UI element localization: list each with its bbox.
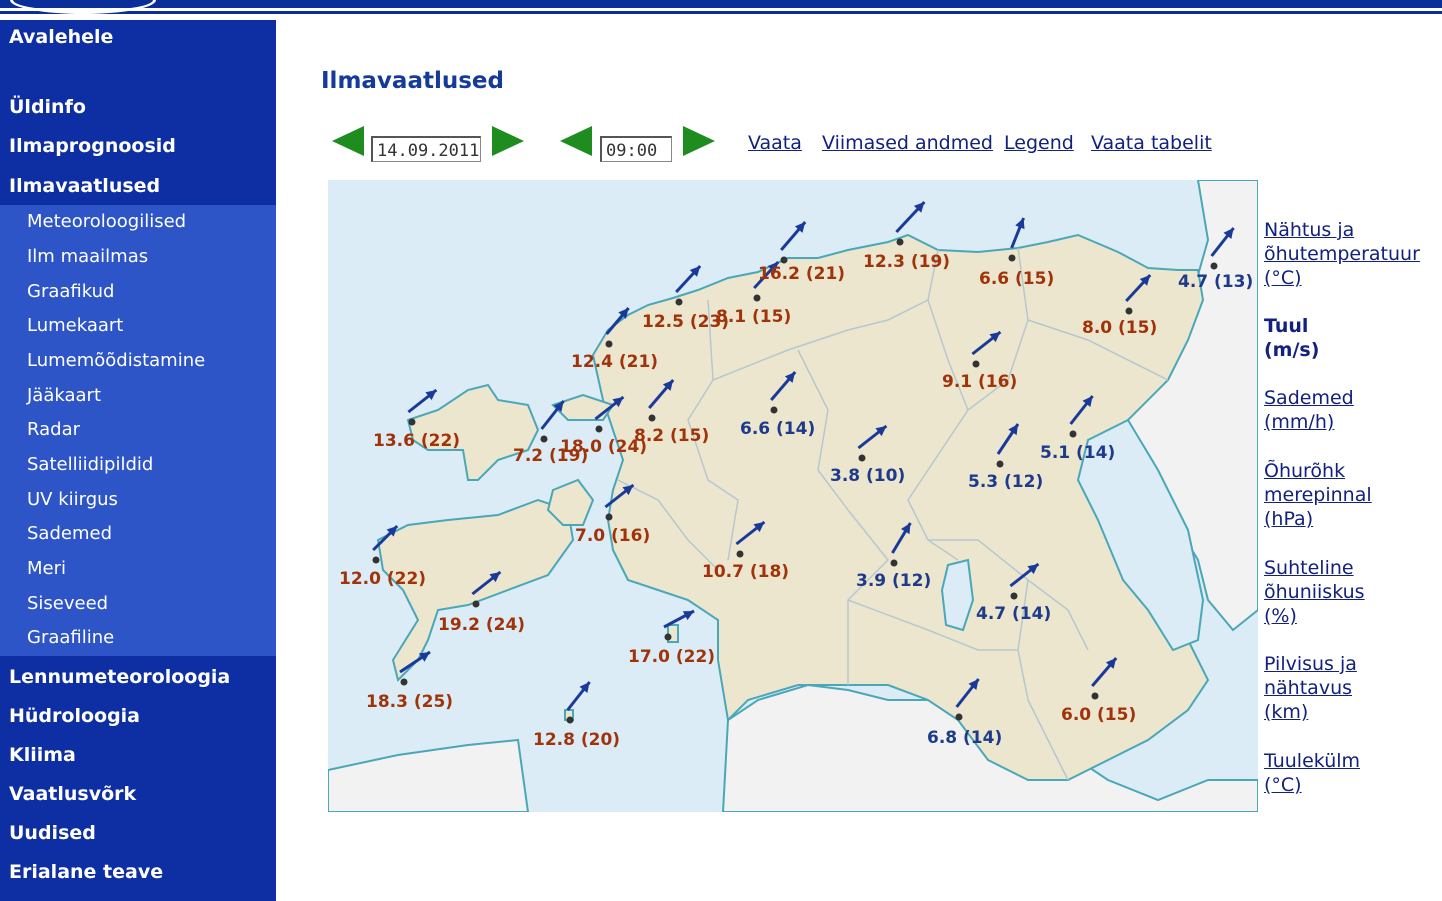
nav-hudroloogia[interactable]: Hüdroloogia [0,705,140,727]
station-dot[interactable] [780,256,788,264]
sub-jaakaart[interactable]: Jääkaart [27,385,101,406]
station-dot[interactable] [753,294,761,302]
sub-graafiline[interactable]: Graafiline [27,627,114,648]
nav-uudised[interactable]: Uudised [0,822,96,844]
station-dot[interactable] [1010,592,1018,600]
next-date-arrow-icon[interactable] [492,126,524,156]
link-viimased-andmed[interactable]: Viimased andmed [822,132,993,154]
observation-label[interactable]: 16.2 (21) [758,264,845,284]
sub-graafikud[interactable]: Graafikud [27,281,114,302]
submenu-ilmavaatlused: Meteoroloogilised Ilm maailmas Graafikud… [0,205,276,656]
nav-erialane-teave[interactable]: Erialane teave [0,861,163,883]
nav-ilmavaatlused[interactable]: Ilmavaatlused [0,175,160,197]
station-dot[interactable] [664,633,672,641]
observation-label[interactable]: 3.9 (12) [856,571,931,591]
station-dot[interactable] [605,340,613,348]
station-dot[interactable] [400,678,408,686]
prev-date-arrow-icon[interactable] [332,126,364,156]
observation-label[interactable]: 6.6 (14) [740,419,815,439]
prev-time-arrow-icon[interactable] [560,126,592,156]
nav-ilmaprognoosid[interactable]: Ilmaprognoosid [0,135,176,157]
nav-lennumeteoroloogia[interactable]: Lennumeteoroloogia [0,666,230,688]
station-dot[interactable] [996,460,1004,468]
sub-meteoroloogilised[interactable]: Meteoroloogilised [27,211,186,232]
nav-kliima[interactable]: Kliima [0,744,76,766]
time-input[interactable]: 09:00 [600,136,672,162]
observation-label[interactable]: 10.7 (18) [702,562,789,582]
observation-label[interactable]: 6.0 (15) [1061,705,1136,725]
station-dot[interactable] [1125,307,1133,315]
station-dot[interactable] [770,406,778,414]
legend-precip-link[interactable]: Sademed (mm/h) [1264,386,1354,434]
station-dot[interactable] [372,556,380,564]
station-dot[interactable] [540,435,548,443]
sub-lumekaart[interactable]: Lumekaart [27,315,123,336]
observation-label[interactable]: 3.8 (10) [830,466,905,486]
observation-label[interactable]: 9.1 (16) [942,372,1017,392]
station-dot[interactable] [595,425,603,433]
observation-label[interactable]: 12.4 (21) [571,352,658,372]
sub-ilm-maailmas[interactable]: Ilm maailmas [27,246,148,267]
observation-label[interactable]: 7.2 (19) [513,446,588,466]
station-dot[interactable] [408,418,416,426]
legend-humidity-link[interactable]: Suhteline õhuniiskus (%) [1264,556,1365,628]
observation-label[interactable]: 4.7 (13) [1178,272,1253,292]
station-dot[interactable] [472,600,480,608]
station-dot[interactable] [890,559,898,567]
station-dot[interactable] [675,298,683,306]
station-dot[interactable] [972,360,980,368]
nav-uldinfo[interactable]: Üldinfo [0,96,86,118]
station-dot[interactable] [1091,692,1099,700]
sub-siseveed[interactable]: Siseveed [27,593,108,614]
sub-radar[interactable]: Radar [27,419,80,440]
main-content: Ilmavaatlused 14.09.2011 09:00 Vaata Vii… [276,20,1442,901]
observation-label[interactable]: 12.8 (20) [533,730,620,750]
nav-home[interactable]: Avalehele [0,26,113,48]
nav-vaatlusvork[interactable]: Vaatlusvõrk [0,783,136,805]
link-vaata[interactable]: Vaata [748,132,802,154]
legend-wind-label: Tuul (m/s) [1264,315,1320,361]
station-dot[interactable] [566,716,574,724]
observation-label[interactable]: 13.6 (22) [373,431,460,451]
page-title: Ilmavaatlused [321,68,504,94]
weather-map[interactable]: 12.3 (19) 16.2 (21) 6.6 (15) 4.7 (13) 12.5 (… [328,180,1258,812]
legend-pressure-link[interactable]: Õhurõhk merepinnal (hPa) [1264,459,1372,531]
date-input[interactable]: 14.09.2011 [371,136,481,162]
station-dot[interactable] [858,454,866,462]
observation-label[interactable]: 12.3 (19) [863,252,950,272]
link-vaata-tabelit[interactable]: Vaata tabelit [1091,132,1212,154]
legend-temp-link[interactable]: Nähtus ja õhutemperatuur (°C) [1264,218,1420,290]
legend-windchill-link[interactable]: Tuulekülm (°C) [1264,749,1360,797]
observation-label[interactable]: 8.1 (15) [716,307,791,327]
station-dot[interactable] [1069,430,1077,438]
observation-label[interactable]: 19.2 (24) [438,615,525,635]
observation-label[interactable]: 17.0 (22) [628,647,715,667]
observation-label[interactable]: 5.1 (14) [1040,443,1115,463]
station-dot[interactable] [736,550,744,558]
observation-label[interactable]: 12.0 (22) [339,569,426,589]
sub-satelliidipildid[interactable]: Satelliidipildid [27,454,153,475]
observation-label[interactable]: 5.3 (12) [968,472,1043,492]
observation-label[interactable]: 8.0 (15) [1082,318,1157,338]
observation-label[interactable]: 18.3 (25) [366,692,453,712]
observation-label[interactable]: 6.6 (15) [979,269,1054,289]
sidebar: Avalehele Üldinfo Ilmaprognoosid Ilmavaa… [0,20,276,901]
observation-label[interactable]: 7.0 (16) [575,526,650,546]
sub-uv-kiirgus[interactable]: UV kiirgus [27,489,118,510]
station-dot[interactable] [648,414,656,422]
station-dot[interactable] [1210,262,1218,270]
station-dot[interactable] [605,513,613,521]
observation-label[interactable]: 4.7 (14) [976,604,1051,624]
next-time-arrow-icon[interactable] [683,126,715,156]
station-dot[interactable] [896,238,904,246]
observation-label[interactable]: 6.8 (14) [927,728,1002,748]
sub-sademed[interactable]: Sademed [27,523,112,544]
station-dot[interactable] [955,713,963,721]
link-legend[interactable]: Legend [1004,132,1074,154]
station-dot[interactable] [1008,254,1016,262]
sub-lumemoodistamine[interactable]: Lumemõõdistamine [27,350,205,371]
legend-cloud-link[interactable]: Pilvisus ja nähtavus (km) [1264,652,1357,724]
sub-meri[interactable]: Meri [27,558,66,579]
top-banner [0,0,1442,18]
